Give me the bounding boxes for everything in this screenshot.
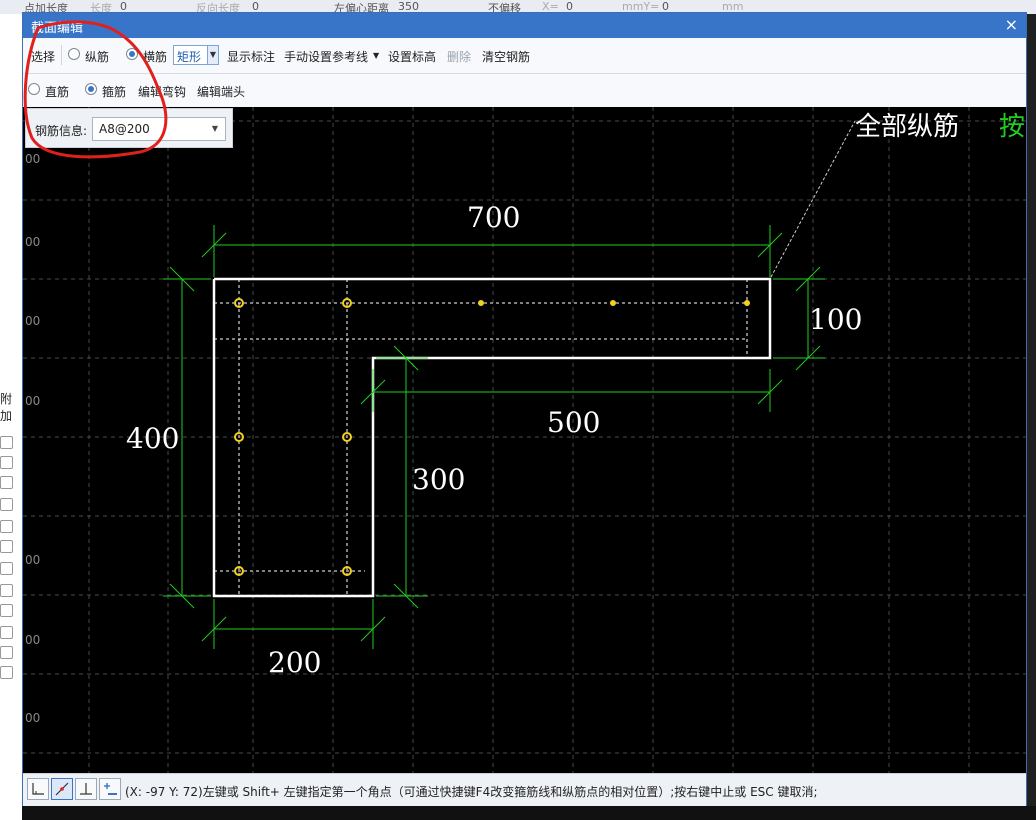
add-point-icon <box>104 783 117 795</box>
bg-checkbox[interactable] <box>0 646 13 659</box>
background-left-panel: 附加 <box>0 14 23 820</box>
grid-label: 00 <box>25 633 40 647</box>
bg-checkbox[interactable] <box>0 584 13 597</box>
longitudinal-radio-label[interactable]: 纵筋 <box>85 48 109 65</box>
edit-end-button[interactable]: 编辑端头 <box>197 83 245 100</box>
grid-label: 00 <box>25 152 40 166</box>
snap-corner-button[interactable] <box>27 778 49 800</box>
rebar-point[interactable] <box>610 300 616 306</box>
all-longitudinal-label: 全部纵筋 <box>855 112 959 142</box>
bg-checkbox[interactable] <box>0 666 13 679</box>
shape-select-value: 矩形 <box>177 50 202 64</box>
dimension-500: 500 <box>547 406 600 439</box>
section-drawing[interactable]: 00 00 00 00 00 00 00 全部纵筋 按 700 100 500 … <box>23 107 1026 773</box>
bg-checkbox[interactable] <box>0 626 13 639</box>
status-prompt: (X: -97 Y: 72)左键或 Shift+ 左键指定第一个角点（可通过快捷… <box>125 785 818 799</box>
add-point-button[interactable] <box>99 778 121 800</box>
shape-select[interactable]: 矩形 ▼ <box>173 45 219 65</box>
clear-rebar-button[interactable]: 清空钢筋 <box>482 48 530 65</box>
bg-attach-label: 附加 <box>0 392 13 423</box>
select-button[interactable]: 选择 <box>31 48 55 65</box>
snap-line-button[interactable] <box>51 778 73 800</box>
show-dimension-button[interactable]: 显示标注 <box>227 48 275 65</box>
transverse-radio-label[interactable]: 横筋 <box>143 48 167 65</box>
bg-checkbox[interactable] <box>0 476 13 489</box>
dimension-400: 400 <box>126 422 179 455</box>
rebar-info-panel: 钢筋信息: A8@200 ▼ <box>25 108 233 148</box>
straight-bar-radio[interactable] <box>28 83 40 95</box>
rebar-points <box>234 298 352 576</box>
grid-label: 00 <box>25 711 40 725</box>
chevron-down-icon[interactable]: ▼ <box>373 51 379 60</box>
grid-label: 00 <box>25 235 40 249</box>
stirrup-radio[interactable] <box>85 83 97 95</box>
rebar-point[interactable] <box>744 300 750 306</box>
rebar-small-points <box>478 300 750 306</box>
snap-corner-icon <box>32 783 44 795</box>
drawing-canvas[interactable]: 00 00 00 00 00 00 00 全部纵筋 按 700 100 500 … <box>23 107 1026 773</box>
rebar-info-value: A8@200 <box>99 122 150 136</box>
leader-tail-label: 按 <box>999 112 1025 142</box>
dimension-100: 100 <box>809 303 862 336</box>
grid-label: 00 <box>25 314 40 328</box>
bg-checkbox[interactable] <box>0 604 13 617</box>
manual-reference-line-button[interactable]: 手动设置参考线 <box>284 48 368 65</box>
snap-line-icon <box>55 782 69 796</box>
toolbar-divider <box>61 45 62 65</box>
rebar-point[interactable] <box>478 300 484 306</box>
set-elevation-button[interactable]: 设置标高 <box>388 48 436 65</box>
toolbar-secondary: 直筋 箍筋 编辑弯钩 编辑端头 <box>23 74 1026 106</box>
bg-checkbox[interactable] <box>0 498 13 511</box>
close-icon[interactable]: × <box>1005 15 1018 34</box>
dialog-title: 截面编辑 <box>31 21 84 36</box>
background-bottom-canvas <box>22 806 1036 820</box>
dialog-titlebar[interactable]: 截面编辑 × <box>23 13 1026 38</box>
grid-label: 00 <box>25 553 40 567</box>
rebar-info-label: 钢筋信息: <box>35 124 88 138</box>
bg-checkbox[interactable] <box>0 456 13 469</box>
section-edit-dialog: 截面编辑 × 选择 纵筋 横筋 矩形 ▼ 显示标注 手动设置参考线 ▼ 设置标高… <box>22 12 1027 806</box>
bg-checkbox[interactable] <box>0 520 13 533</box>
dropdown-arrow-icon[interactable]: ▼ <box>212 124 218 133</box>
delete-button[interactable]: 删除 <box>447 48 471 65</box>
background-right-canvas <box>1027 14 1036 820</box>
snap-perpendicular-button[interactable] <box>75 778 97 800</box>
dimension-200: 200 <box>268 646 321 679</box>
stirrup-radio-label[interactable]: 箍筋 <box>102 83 126 100</box>
status-bar: (X: -97 Y: 72)左键或 Shift+ 左键指定第一个角点（可通过快捷… <box>23 773 1026 806</box>
bg-checkbox[interactable] <box>0 562 13 575</box>
dimension-700: 700 <box>467 201 520 234</box>
snap-perpendicular-icon <box>80 783 92 795</box>
rebar-info-select[interactable]: A8@200 ▼ <box>92 117 226 141</box>
edit-hook-button[interactable]: 编辑弯钩 <box>138 83 186 100</box>
straight-bar-radio-label[interactable]: 直筋 <box>45 83 69 100</box>
longitudinal-radio[interactable] <box>68 48 80 60</box>
grid-label: 00 <box>25 394 40 408</box>
toolbar-primary: 选择 纵筋 横筋 矩形 ▼ 显示标注 手动设置参考线 ▼ 设置标高 删除 清空钢… <box>23 39 1026 74</box>
dimension-300: 300 <box>412 463 465 496</box>
bg-checkbox[interactable] <box>0 540 13 553</box>
dimension-lines <box>163 225 825 649</box>
transverse-radio[interactable] <box>126 48 138 60</box>
dropdown-arrow-icon[interactable]: ▼ <box>207 46 218 64</box>
bg-checkbox[interactable] <box>0 436 13 449</box>
